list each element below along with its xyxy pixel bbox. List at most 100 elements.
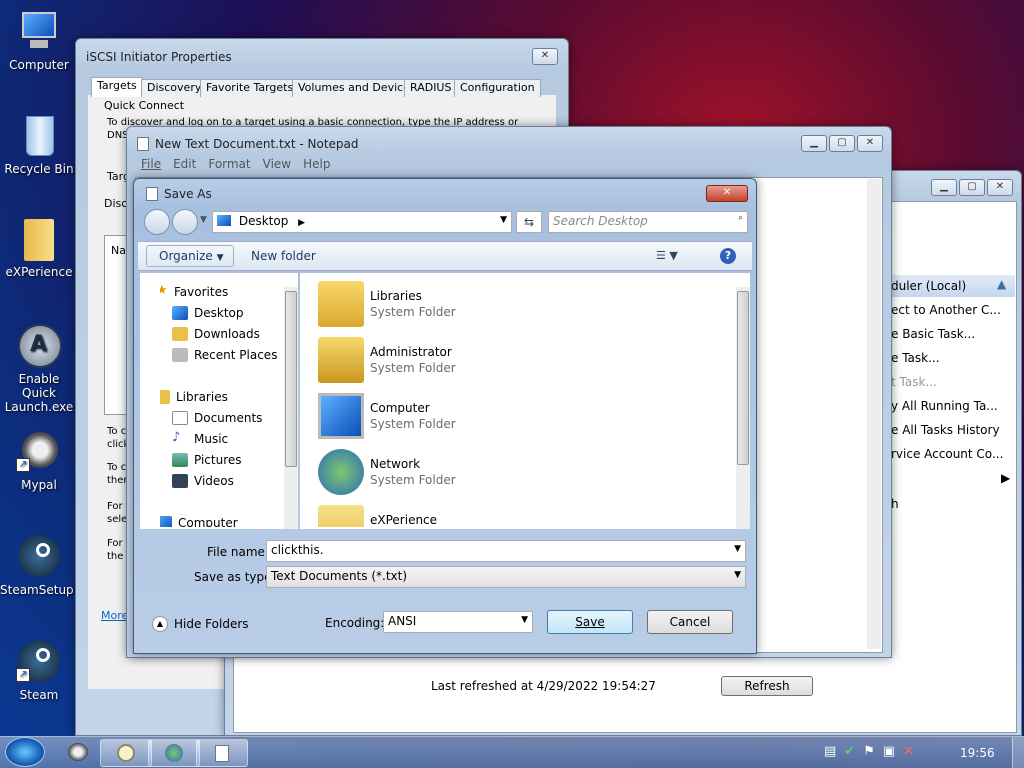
- file-item[interactable]: Network System Folder: [318, 447, 718, 499]
- file-name: Administrator: [370, 345, 452, 359]
- save-button[interactable]: Save: [547, 610, 633, 634]
- desktop-icon-enable-quick-launch[interactable]: A Enable Quick Launch.exe: [0, 322, 78, 414]
- start-button[interactable]: [5, 737, 45, 767]
- tab-targets[interactable]: Targets: [91, 77, 143, 97]
- nav-recent-places[interactable]: Recent Places: [172, 348, 277, 362]
- breadcrumb-arrow-icon[interactable]: ▶: [298, 218, 305, 228]
- action-item[interactable]: e All Tasks History: [891, 423, 1000, 437]
- window-title: iSCSI Initiator Properties: [86, 50, 232, 64]
- menu-view[interactable]: View: [263, 157, 291, 177]
- nav-downloads[interactable]: Downloads: [172, 327, 260, 341]
- desktop-icon-recycle-bin[interactable]: Recycle Bin: [0, 112, 78, 176]
- location-text: Desktop: [238, 214, 289, 228]
- action-item[interactable]: t Task...: [891, 375, 937, 389]
- history-dropdown-icon[interactable]: ▼: [200, 215, 207, 225]
- refresh-icon[interactable]: ⇆: [516, 211, 542, 233]
- encoding-select[interactable]: ANSI ▼: [383, 611, 533, 633]
- close-button[interactable]: ✕: [532, 48, 558, 65]
- file-item[interactable]: Computer System Folder: [318, 391, 718, 443]
- forward-button[interactable]: [172, 209, 198, 235]
- desktop-icon-steam[interactable]: ↗ Steam: [0, 638, 78, 702]
- search-icon[interactable]: ⌕: [738, 213, 743, 223]
- nav-label: Libraries: [176, 390, 228, 404]
- close-button[interactable]: ✕: [987, 179, 1013, 196]
- refresh-button[interactable]: Refresh: [721, 676, 813, 696]
- minimize-button[interactable]: ▁: [931, 179, 957, 196]
- action-item[interactable]: ect to Another C...: [891, 303, 1001, 317]
- encoding-label: Encoding:: [325, 616, 385, 630]
- taskbar-iscsi[interactable]: [148, 739, 200, 767]
- cancel-button[interactable]: Cancel: [647, 610, 733, 634]
- action-item[interactable]: h: [891, 497, 899, 511]
- tab-radius[interactable]: RADIUS: [404, 79, 458, 97]
- organize-button[interactable]: Organize ▼: [146, 245, 234, 267]
- nav-label: Music: [194, 432, 229, 446]
- nav-computer[interactable]: Computer: [160, 516, 238, 527]
- nav-label: Downloads: [194, 327, 260, 341]
- nav-libraries[interactable]: Libraries: [160, 390, 228, 404]
- chevron-down-icon[interactable]: ▼: [500, 215, 507, 225]
- volume-muted-icon[interactable]: ✕: [903, 744, 914, 759]
- nav-documents[interactable]: Documents: [172, 411, 262, 425]
- view-options-icon[interactable]: ☰ ▼: [656, 249, 678, 262]
- computer-icon: [160, 516, 172, 527]
- maximize-button[interactable]: ▢: [959, 179, 985, 196]
- search-input[interactable]: Search Desktop ⌕: [548, 211, 748, 233]
- submenu-arrow-icon[interactable]: ▶: [1001, 471, 1010, 485]
- clock[interactable]: 19:56: [960, 746, 995, 760]
- menu-help[interactable]: Help: [303, 157, 330, 177]
- tab-favorite-targets[interactable]: Favorite Targets: [200, 79, 300, 97]
- help-icon[interactable]: ?: [720, 248, 736, 264]
- file-scroll-thumb[interactable]: [737, 291, 749, 465]
- desktop-icon-mypal[interactable]: ↗ Mypal: [0, 428, 78, 492]
- file-item[interactable]: eXPerience: [318, 503, 718, 527]
- menu-file[interactable]: File: [141, 157, 161, 177]
- hide-folders-button[interactable]: ▲ Hide Folders: [152, 616, 249, 632]
- raccoon-icon[interactable]: [68, 743, 88, 761]
- flag-icon[interactable]: ⚑: [863, 744, 875, 759]
- address-bar[interactable]: Desktop ▶ ▼: [212, 211, 512, 233]
- menu-edit[interactable]: Edit: [173, 157, 196, 177]
- file-name: Computer: [370, 401, 430, 415]
- action-item[interactable]: e Task...: [891, 351, 940, 365]
- taskbar-notepad[interactable]: [196, 739, 248, 767]
- nav-scroll-thumb[interactable]: [285, 291, 297, 467]
- action-item[interactable]: e Basic Task...: [891, 327, 975, 341]
- file-item[interactable]: Libraries System Folder: [318, 279, 718, 331]
- nav-favorites[interactable]: ★ Favorites: [160, 284, 228, 299]
- chevron-down-icon[interactable]: ▼: [734, 544, 741, 554]
- show-desktop-button[interactable]: [1012, 737, 1024, 768]
- new-folder-button[interactable]: New folder: [251, 249, 316, 263]
- nav-desktop[interactable]: Desktop: [172, 306, 244, 320]
- file-name-input[interactable]: clickthis. ▼: [266, 540, 746, 562]
- save-type-label: Save as type:: [194, 570, 276, 584]
- tab-discovery[interactable]: Discovery: [141, 79, 208, 97]
- menu-format[interactable]: Format: [208, 157, 250, 177]
- notepad-icon: [215, 745, 229, 762]
- action-item[interactable]: y All Running Ta...: [891, 399, 998, 413]
- shield-icon[interactable]: ✔: [844, 744, 855, 759]
- tab-configuration[interactable]: Configuration: [454, 79, 541, 97]
- maximize-button[interactable]: ▢: [829, 135, 855, 152]
- more-link[interactable]: More: [101, 609, 128, 622]
- back-button[interactable]: [144, 209, 170, 235]
- file-item[interactable]: Administrator System Folder: [318, 335, 718, 387]
- window-title: New Text Document.txt - Notepad: [155, 137, 359, 151]
- minimize-button[interactable]: ▁: [801, 135, 827, 152]
- document-icon[interactable]: ▤: [824, 744, 836, 759]
- action-item[interactable]: rvice Account Co...: [891, 447, 1003, 461]
- scrollbar[interactable]: [867, 179, 881, 649]
- desktop-icon-steamsetup[interactable]: SteamSetup....: [0, 533, 89, 597]
- taskbar-scheduler[interactable]: [100, 739, 152, 767]
- desktop-icon-computer[interactable]: Computer: [0, 8, 78, 72]
- desktop-icon-experience[interactable]: eXPerience: [0, 215, 78, 279]
- close-button[interactable]: ✕: [857, 135, 883, 152]
- network-icon[interactable]: ▣: [883, 744, 895, 759]
- nav-pictures[interactable]: Pictures: [172, 453, 242, 467]
- nav-videos[interactable]: Videos: [172, 474, 234, 488]
- close-button[interactable]: ✕: [706, 185, 748, 202]
- tab-volumes-devices[interactable]: Volumes and Devices: [292, 79, 422, 97]
- save-type-select[interactable]: Text Documents (*.txt) ▼: [266, 566, 746, 588]
- collapse-icon[interactable]: ▲: [997, 277, 1006, 291]
- nav-music[interactable]: ♪ Music: [172, 431, 229, 446]
